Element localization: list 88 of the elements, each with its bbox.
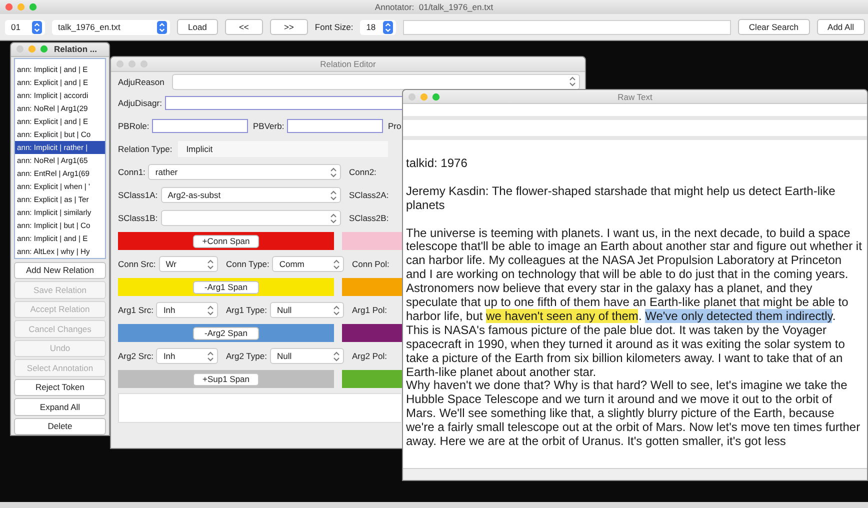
field-label: Arg2 Type: [226, 351, 267, 361]
dropdown[interactable]: Inh [156, 348, 218, 364]
window-title: Relation ... [54, 44, 97, 54]
dropdown[interactable]: talk_1976_en.txt [52, 20, 170, 34]
button[interactable]: >> [270, 19, 308, 35]
window-title: Raw Text [616, 92, 654, 102]
zoom-button[interactable] [432, 92, 440, 100]
field-label: PBRole: [118, 121, 150, 131]
field-label: Arg1 Pol: [352, 305, 387, 315]
input-field[interactable] [287, 119, 383, 133]
field-label: Conn Type: [226, 259, 270, 269]
dropdown[interactable]: 01 [5, 20, 45, 34]
close-button[interactable] [116, 60, 124, 68]
field-label: SClass2A: [349, 190, 389, 200]
dropdown[interactable]: 18 [360, 20, 396, 34]
stepper-icon [207, 304, 214, 316]
button[interactable]: +Sup1 Span [193, 372, 259, 386]
field-label: Conn2: [349, 167, 376, 177]
stepper-icon [333, 304, 340, 316]
input-field[interactable] [152, 119, 248, 133]
stepper-icon [383, 20, 394, 34]
button[interactable]: Expand All [14, 398, 106, 416]
dropdown[interactable]: Wr [158, 256, 218, 272]
field-label: SClass2B: [349, 213, 389, 223]
zoom-button[interactable] [140, 60, 148, 68]
value-field: Implicit [178, 141, 388, 157]
search-field[interactable] [403, 20, 731, 34]
field-label: AdjuDisagr: [118, 98, 162, 108]
text-paragraph: Why haven't we done that? Why is that hard? Well to see, let's imagine we take the Hubble Space Telescope and we turn it around and we move it out to the orbit of Mars. We'll see something like that, a slightly blurry picture of the Earth, because we're a fairly small telescope out at the orbit of Mars. Now let's move ten times further away. Here we are at the orbit of Uranus. It's gotten smaller, it's got less [406, 379, 862, 449]
minimize-button[interactable] [28, 45, 36, 54]
button[interactable]: -Arg1 Span [193, 280, 259, 294]
stepper-icon [207, 350, 214, 362]
close-button[interactable] [408, 92, 416, 100]
dropdown[interactable]: Arg2-as-subst [160, 187, 341, 203]
field-label: Relation Type: [118, 144, 172, 154]
close-button[interactable] [16, 45, 24, 54]
stepper-icon [32, 20, 42, 34]
stepper-icon [330, 190, 337, 200]
text-paragraph: talkid: 1976 [406, 157, 468, 172]
button[interactable]: Load [177, 19, 218, 35]
field-label: SClass1B: [118, 213, 158, 223]
stepper-icon [333, 350, 340, 362]
field-label: Font Size: [314, 22, 354, 32]
zoom-button[interactable] [29, 3, 37, 11]
text-paragraph: The universe is teeming with planets. I want us, in the next decade, to build a space telescope that'll be able to image an Earth about another star and figure out whether it can harbor life. My colleagues at the NASA Jet Propulsion Laboratory at Princeton and I are working on technology that will be able to do just that in the coming years. Astronomers now believe that every star in the galaxy has a planet, and they speculate that up to one fifth of them have an Earth-like planet that might be able to harbor life, but we haven't seen any of them. We've only detected them indirectly. [406, 226, 863, 324]
button[interactable]: +Conn Span [193, 234, 259, 248]
field-label: Arg1 Src: [118, 305, 154, 315]
button[interactable]: -Arg2 Span [193, 326, 259, 340]
notes-field[interactable] [118, 393, 401, 423]
minimize-button[interactable] [128, 60, 136, 68]
stepper-icon [569, 76, 576, 87]
stepper-icon [330, 166, 337, 178]
zoom-button[interactable] [40, 45, 48, 54]
field-label: PBVerb: [253, 121, 284, 131]
dropdown[interactable]: Comm [272, 256, 344, 272]
field-label: Arg2 Pol: [352, 351, 387, 361]
dropdown[interactable] [172, 74, 580, 90]
minimize-button[interactable] [17, 3, 25, 11]
button[interactable]: Reject Token [14, 378, 106, 396]
minimize-button[interactable] [420, 92, 428, 100]
field-label: AdjuReason [118, 76, 164, 86]
stepper-icon [207, 258, 214, 270]
button[interactable]: Delete [14, 418, 106, 435]
text-paragraph: This is NASA's famous picture of the pale blue dot. It was taken by the Voyager spacecraft in 1990, when they turned it around as it was exiting the solar system to take a picture of the Earth from six billion kilometers away. I want to take that of an Earth-like planet about another star. [406, 324, 846, 380]
button[interactable]: Clear Search [738, 19, 810, 35]
dropdown[interactable]: Null [270, 302, 344, 318]
window-title: Annotator: 01/talk_1976_en.txt [374, 2, 494, 12]
dropdown[interactable]: Inh [156, 302, 218, 318]
dropdown[interactable] [160, 210, 341, 226]
field-label: Arg2 Src: [118, 351, 154, 361]
field-label: Conn1: [118, 167, 146, 177]
field-label: Conn Src: [118, 259, 156, 269]
button[interactable]: Add New Relation [14, 262, 106, 279]
stepper-icon [330, 212, 337, 224]
field-label: SClass1A: [118, 190, 158, 200]
text-paragraph: Jeremy Kasdin: The flower-shaped starshade that might help us detect Earth-like planets [406, 184, 836, 214]
stepper-icon [157, 20, 167, 34]
button[interactable]: << [224, 19, 263, 35]
close-button[interactable] [5, 3, 13, 11]
field-label: Arg1 Type: [226, 305, 267, 315]
field-label: Conn Pol: [352, 259, 390, 269]
dropdown[interactable]: rather [148, 164, 341, 180]
window-title: Relation Editor [319, 59, 377, 69]
dropdown[interactable]: Null [270, 348, 344, 364]
stepper-icon [333, 258, 340, 270]
input-field[interactable] [164, 96, 403, 110]
button[interactable]: Add All [816, 19, 865, 35]
field-label: Pro [388, 121, 402, 131]
